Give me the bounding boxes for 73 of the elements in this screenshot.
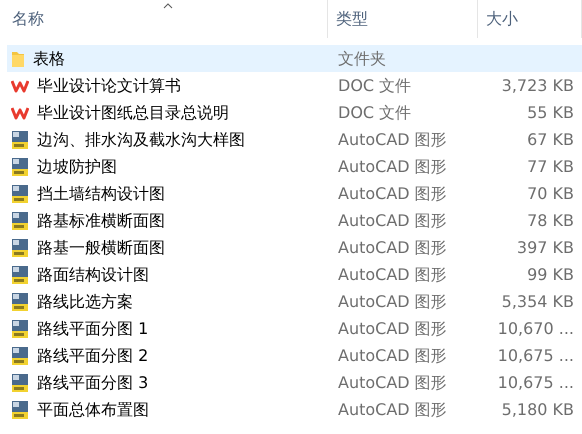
column-header[interactable]: 大小 <box>478 0 582 38</box>
file-name: 毕业设计图纸总目录总说明 <box>37 102 229 124</box>
file-type: AutoCAD 图形 <box>337 128 448 150</box>
drawing-file-icon <box>11 238 29 258</box>
file-row[interactable]: 路基标准横断面图 AutoCAD 图形 78 KB <box>7 207 582 234</box>
file-name: 路基一般横断面图 <box>37 236 165 258</box>
file-row[interactable]: 路线平面分图 1 AutoCAD 图形 10,670 ... <box>7 315 582 342</box>
drawing-file-icon <box>11 318 29 338</box>
file-size: 55 KB <box>526 102 574 124</box>
drawing-file-icon <box>11 264 29 284</box>
file-row[interactable]: 毕业设计论文计算书 DOC 文件 3,723 KB <box>7 72 582 99</box>
file-type: AutoCAD 图形 <box>337 264 448 286</box>
file-type: DOC 文件 <box>337 74 412 96</box>
file-name: 挡土墙结构设计图 <box>37 182 165 204</box>
file-size: 70 KB <box>526 182 574 204</box>
file-row[interactable]: 平面总体布置图 AutoCAD 图形 5,180 KB <box>7 396 582 423</box>
file-size: 10,675 ... <box>496 372 574 394</box>
file-type: AutoCAD 图形 <box>337 210 448 232</box>
file-type: AutoCAD 图形 <box>337 398 448 420</box>
file-row[interactable]: 路线比选方案 AutoCAD 图形 5,354 KB <box>7 288 582 315</box>
drawing-file-icon <box>11 292 29 312</box>
file-row[interactable]: 路线平面分图 2 AutoCAD 图形 10,675 ... <box>7 342 582 369</box>
drawing-file-icon <box>11 156 29 176</box>
sort-caret-icon <box>162 3 172 9</box>
file-size: 3,723 KB <box>500 74 574 96</box>
file-type: AutoCAD 图形 <box>337 372 448 394</box>
file-type: AutoCAD 图形 <box>337 236 448 258</box>
file-row[interactable]: 挡土墙结构设计图 AutoCAD 图形 70 KB <box>7 180 582 207</box>
file-row[interactable]: 边坡防护图 AutoCAD 图形 77 KB <box>7 153 582 180</box>
file-name: 路线平面分图 2 <box>37 344 148 366</box>
file-type: AutoCAD 图形 <box>337 290 448 312</box>
drawing-file-icon <box>11 130 29 150</box>
file-row[interactable]: 毕业设计图纸总目录总说明 DOC 文件 55 KB <box>7 99 582 126</box>
column-header[interactable]: 类型 <box>328 0 478 38</box>
drawing-file-icon <box>11 372 29 392</box>
file-name: 表格 <box>33 48 65 70</box>
file-size: 99 KB <box>526 264 574 286</box>
file-type: 文件夹 <box>337 48 387 70</box>
file-size: 397 KB <box>516 236 574 258</box>
file-size: 5,354 KB <box>500 290 574 312</box>
file-row[interactable]: 路基一般横断面图 AutoCAD 图形 397 KB <box>7 234 582 261</box>
file-type: AutoCAD 图形 <box>337 156 448 178</box>
file-name: 路面结构设计图 <box>37 264 149 286</box>
file-size: 78 KB <box>526 210 574 232</box>
file-name: 毕业设计论文计算书 <box>37 74 181 96</box>
file-name: 路线平面分图 3 <box>37 372 148 394</box>
drawing-file-icon <box>11 346 29 366</box>
file-type: AutoCAD 图形 <box>337 182 448 204</box>
drawing-file-icon <box>11 184 29 204</box>
file-size: 67 KB <box>526 128 574 150</box>
file-size: 5,180 KB <box>500 398 574 420</box>
file-type: AutoCAD 图形 <box>337 344 448 366</box>
file-size: 77 KB <box>526 156 574 178</box>
file-name: 路线比选方案 <box>37 290 133 312</box>
file-type: AutoCAD 图形 <box>337 318 448 340</box>
drawing-file-icon <box>11 210 29 230</box>
file-name: 路基标准横断面图 <box>37 210 165 232</box>
folder-icon <box>11 50 25 68</box>
document-icon <box>11 78 29 94</box>
file-name: 平面总体布置图 <box>37 398 149 420</box>
file-row[interactable]: 路线平面分图 3 AutoCAD 图形 10,675 ... <box>7 369 582 396</box>
file-name: 边沟、排水沟及截水沟大样图 <box>37 128 245 150</box>
file-row[interactable]: 表格 文件夹 <box>7 45 582 72</box>
drawing-file-icon <box>11 400 29 420</box>
file-name: 边坡防护图 <box>37 156 117 178</box>
file-type: DOC 文件 <box>337 102 412 124</box>
file-name: 路线平面分图 1 <box>37 318 148 340</box>
column-header[interactable]: 名称 <box>8 0 328 38</box>
file-row[interactable]: 路面结构设计图 AutoCAD 图形 99 KB <box>7 261 582 288</box>
file-size: 10,675 ... <box>496 344 574 366</box>
file-size: 10,670 ... <box>496 318 574 340</box>
file-row[interactable]: 边沟、排水沟及截水沟大样图 AutoCAD 图形 67 KB <box>7 126 582 153</box>
document-icon <box>11 104 29 120</box>
